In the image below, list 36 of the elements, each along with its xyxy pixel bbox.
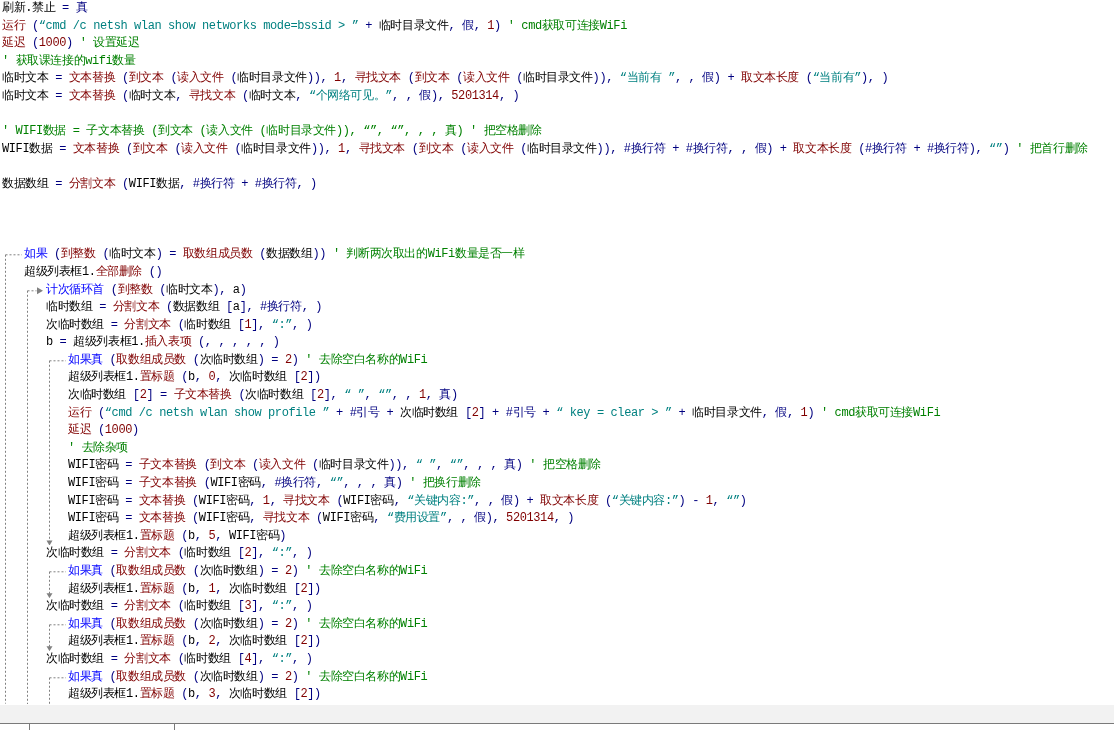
code-line: 如果 (到整数 (临时文本) = 取数组成员数 (数据数组)) ' 判断两次取出的WiFi数量是否一样 bbox=[24, 246, 525, 264]
code-line: 超级列表框1.置标题 (b, 1, 次临时数组 [2]) bbox=[68, 580, 321, 598]
code-line: 刷新.禁止 = 真 bbox=[2, 0, 88, 17]
code-line: WIFI密码 = 子文本替换 (WIFI密码, #换行符, “”, , , 真) ' 把换行删除 bbox=[68, 475, 481, 493]
code-line: 如果真 (取数组成员数 (次临时数组) = 2) ' 去除空白名称的WiFi bbox=[68, 563, 428, 581]
code-line: b = 超级列表框1.插入表项 (, , , , , ) bbox=[46, 334, 280, 352]
code-line: ' WIFI数据 = 子文本替换 (到文本 (读入文件 (临时目录文件)), “”, “”, , , 真) ' 把空格删除 bbox=[2, 123, 542, 141]
code-line: 延迟 (1000) ' 设置延迟 bbox=[2, 35, 140, 53]
code-line: WIFI密码 = 子文本替换 (到文本 (读入文件 (临时目录文件)), “ ”, “”, , , 真) ' 把空格删除 bbox=[68, 457, 601, 475]
code-line: 临时文本 = 文本替换 (到文本 (读入文件 (临时目录文件)), 1, 寻找文本 (到文本 (读入文件 (临时目录文件)), “当前有 ”, , 假) + 取文本长度 (“当前有”), ) bbox=[2, 70, 889, 88]
code-line: 超级列表框1.置标题 (b, 3, 次临时数组 [2]) bbox=[68, 686, 321, 704]
code-line: 临时数组 = 分割文本 (数据数组 [a], #换行符, ) bbox=[46, 299, 323, 317]
code-line: 超级列表框1.置标题 (b, 2, 次临时数组 [2]) bbox=[68, 633, 321, 651]
code-line: WIFI密码 = 文本替换 (WIFI密码, 寻找文本 (WIFI密码, “费用设置”, , 假), 5201314, ) bbox=[68, 510, 575, 528]
code-line: 延迟 (1000) bbox=[68, 422, 139, 440]
code-line: WIFI数据 = 文本替换 (到文本 (读入文件 (临时目录文件)), 1, 寻找文本 (到文本 (读入文件 (临时目录文件)), #换行符 + #换行符, , 假) + 取文本长度 (#换行符 + #换行符), “”) ' 把首行删除 bbox=[2, 140, 1088, 158]
code-line: WIFI密码 = 文本替换 (WIFI密码, 1, 寻找文本 (WIFI密码, “关键内容:”, , 假) + 取文本长度 (“关键内容:”) - 1, “”) bbox=[68, 492, 747, 510]
code-line: 如果真 (取数组成员数 (次临时数组) = 2) ' 去除空白名称的WiFi bbox=[68, 615, 428, 633]
code-line: 运行 (“cmd /c netsh wlan show profile ” + #引号 + 次临时数组 [2] + #引号 + “ key = clear > ” + 临时目录文件, 假, 1) ' cmd获取可连接WiFi bbox=[68, 404, 941, 422]
code-line: 次临时数组 = 分割文本 (临时数组 [3], “:”, ) bbox=[46, 598, 313, 616]
code-line: ' 获取课连接的wifi数量 bbox=[2, 52, 136, 70]
scrollbar-track[interactable] bbox=[0, 705, 1114, 723]
code-line: 超级列表框1.置标题 (b, 0, 次临时数组 [2]) bbox=[68, 369, 321, 387]
code-line: 次临时数组 [2] = 子文本替换 (次临时数组 [2], “ ”, “”, , 1, 真) bbox=[68, 387, 458, 405]
code-line: 超级列表框1.全部删除 () bbox=[24, 263, 163, 281]
code-line: 如果真 (取数组成员数 (次临时数组) = 2) ' 去除空白名称的WiFi bbox=[68, 668, 428, 686]
code-line: 次临时数组 = 分割文本 (临时数组 [2], “:”, ) bbox=[46, 545, 313, 563]
code-line: 如果真 (取数组成员数 (次临时数组) = 2) ' 去除空白名称的WiFi bbox=[68, 351, 428, 369]
code-line: 临时文本 = 文本替换 (临时文本, 寻找文本 (临时文本, “个网络可见。”, , 假), 5201314, ) bbox=[2, 87, 520, 105]
code-line: 超级列表框1.置标题 (b, 5, WIFI密码) bbox=[68, 527, 287, 545]
code-line: ' 去除杂项 bbox=[68, 439, 128, 457]
code-line: 运行 (“cmd /c netsh wlan show networks mode=bssid > ” + 临时目录文件, 假, 1) ' cmd获取可连接WiFi bbox=[2, 17, 627, 35]
code-line: 数据数组 = 分割文本 (WIFI数据, #换行符 + #换行符, ) bbox=[2, 175, 317, 193]
code-line: 次临时数组 = 分割文本 (临时数组 [4], “:”, ) bbox=[46, 651, 313, 669]
code-line: 次临时数组 = 分割文本 (临时数组 [1], “:”, ) bbox=[46, 316, 313, 334]
code-line: 计次循环首 (到整数 (临时文本), a) bbox=[46, 281, 247, 299]
